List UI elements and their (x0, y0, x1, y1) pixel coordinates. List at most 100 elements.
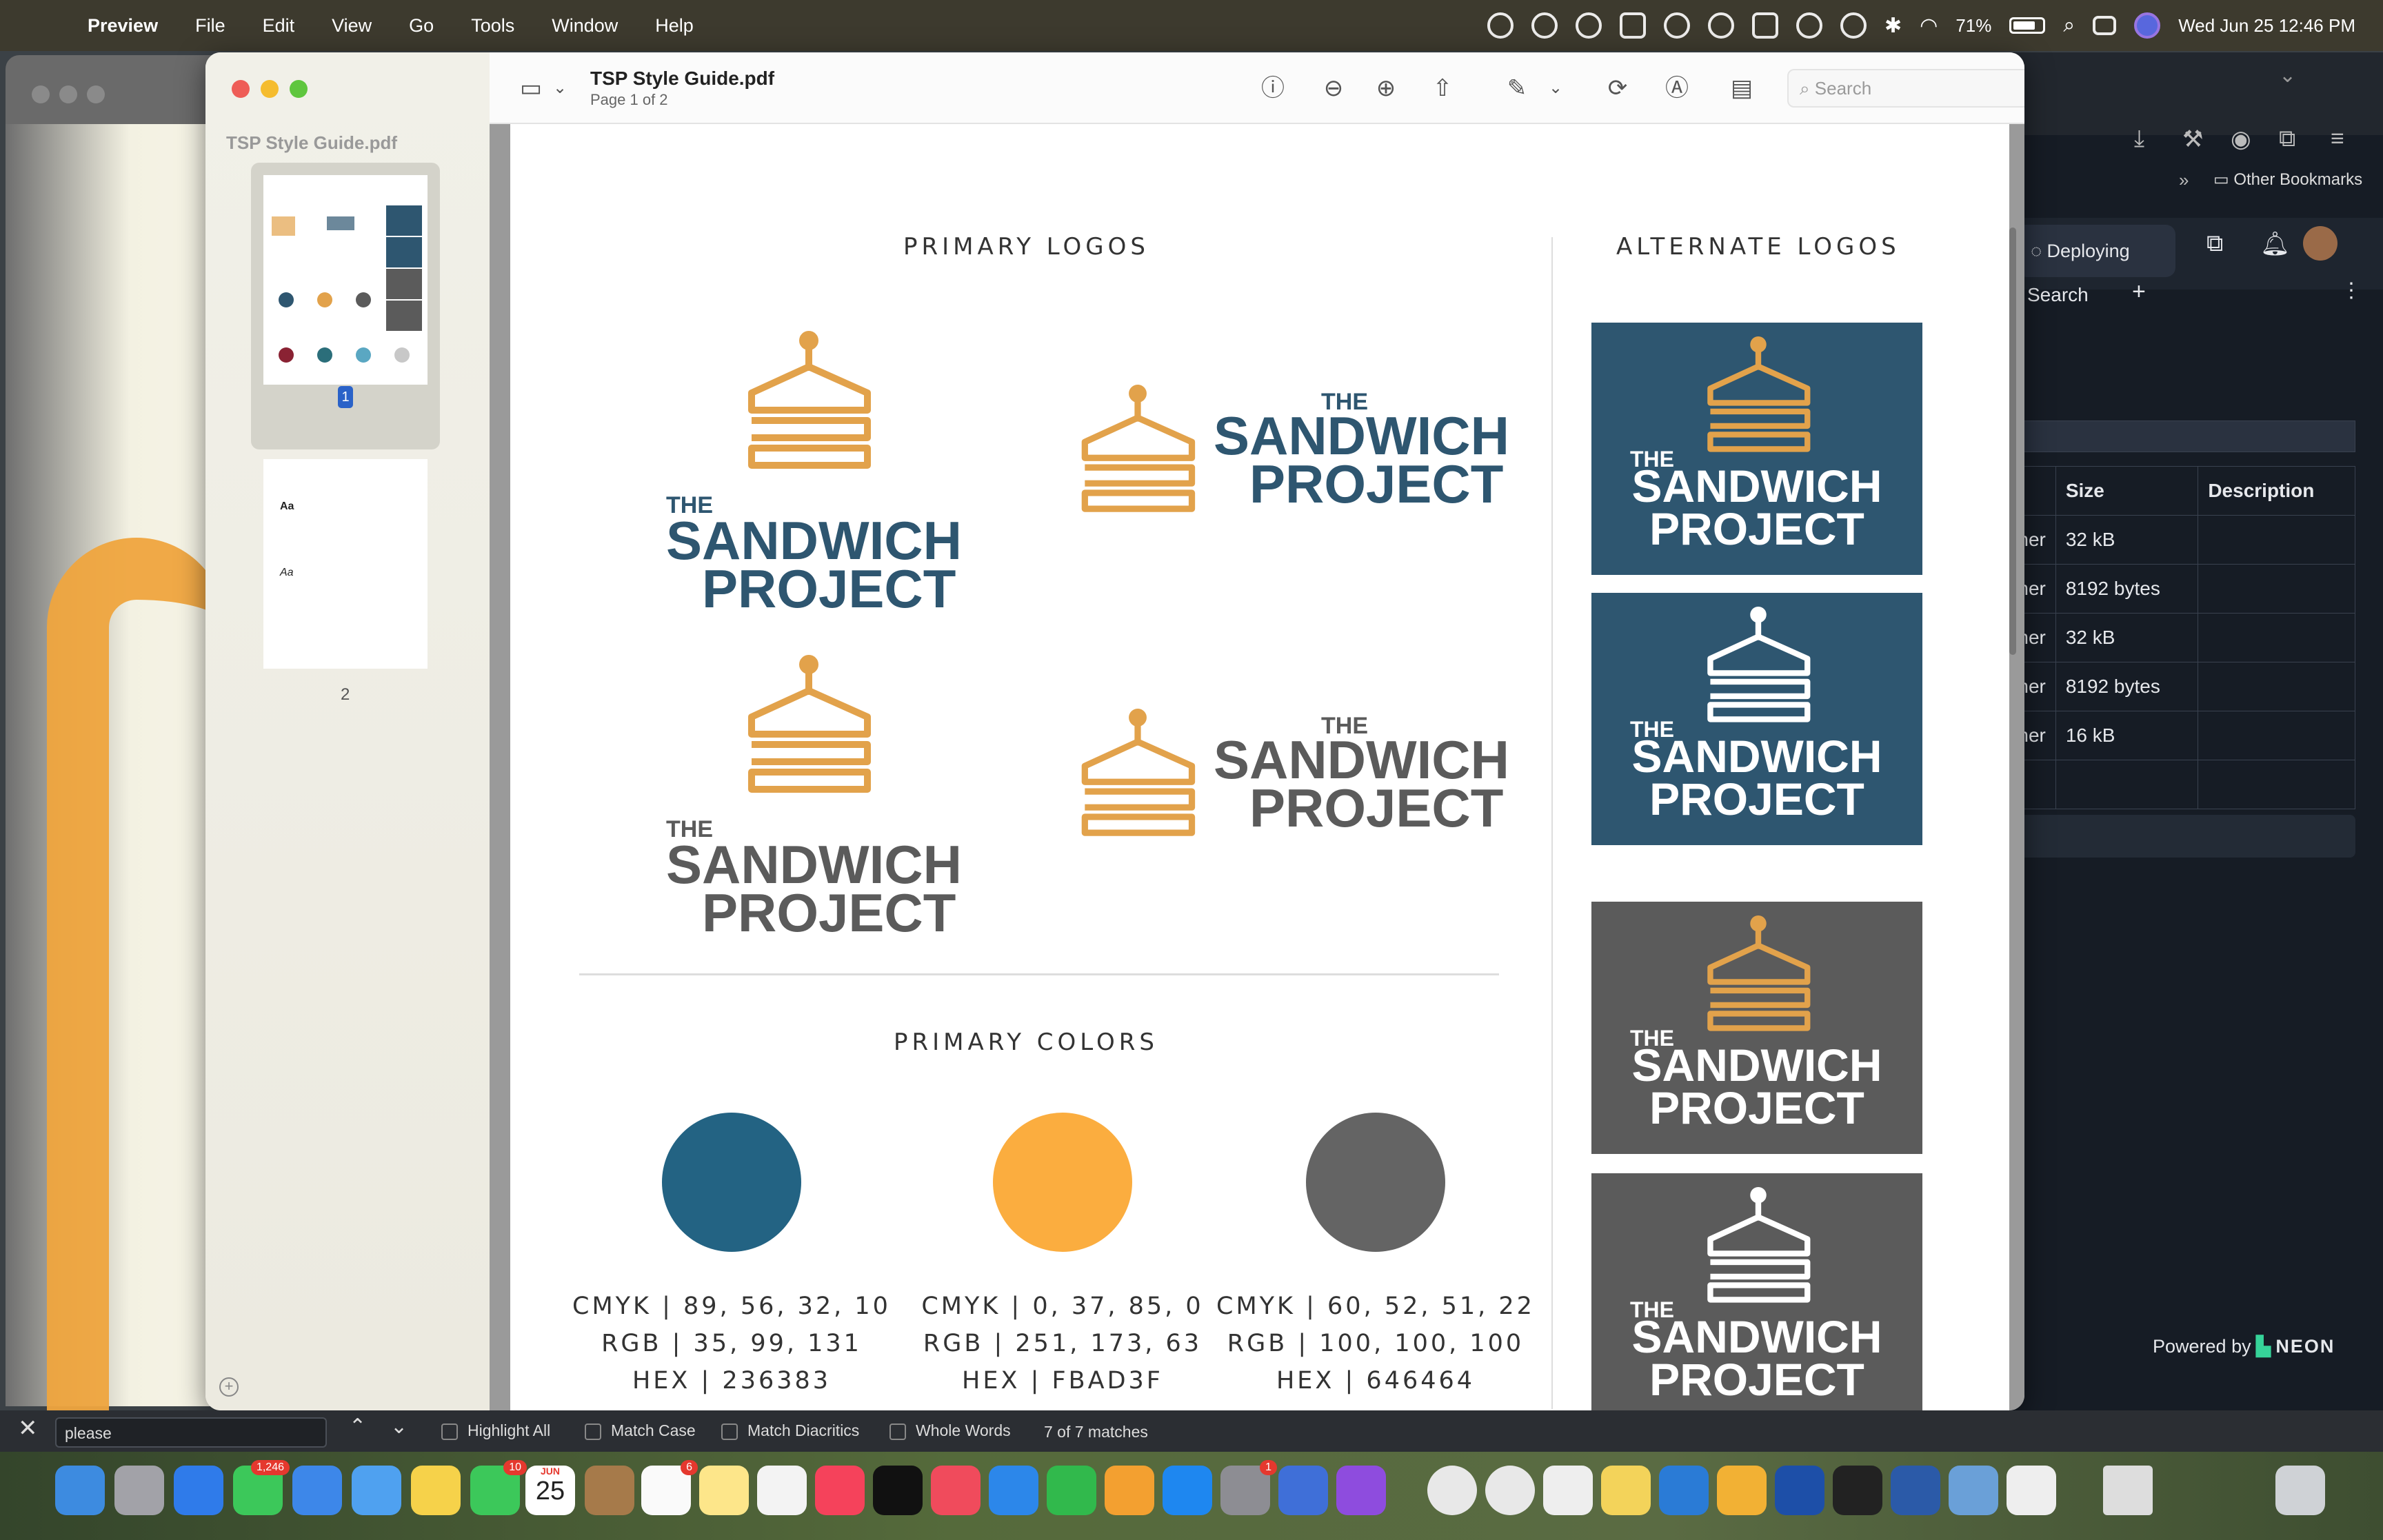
menu-app-preview[interactable]: Preview (69, 15, 177, 37)
copy-icon[interactable]: ⧉ (2206, 230, 2223, 257)
menu-tools[interactable]: Tools (452, 15, 533, 37)
table-row[interactable]: _owner8192 bytes (1972, 662, 2355, 711)
system-settings-icon[interactable]: 1 (1220, 1460, 1277, 1515)
add-page-icon[interactable]: + (219, 1377, 239, 1397)
bluetooth-icon[interactable]: ✱ (1884, 14, 1902, 38)
table-row[interactable]: _owner32 kB (1972, 515, 2355, 565)
stickies-icon[interactable] (1601, 1466, 1651, 1515)
extensions-icon[interactable]: ⧉ (2279, 125, 2295, 152)
safari-icon[interactable] (174, 1466, 223, 1515)
bookmark-folder-other[interactable]: ▭ Other Bookmarks (2213, 170, 2362, 190)
perplexity-status-icon[interactable] (1531, 12, 1558, 39)
chatgpt-status-icon[interactable] (1487, 12, 1514, 39)
preview-icon[interactable] (1949, 1466, 1998, 1515)
find-previous-icon[interactable]: ⌃ (349, 1415, 366, 1439)
deploying-button[interactable]: ◌ Deploying (2017, 225, 2175, 277)
more-vertical-icon[interactable]: ⋮ (2341, 278, 2362, 303)
iphone-mirroring-icon[interactable] (1278, 1466, 1328, 1515)
account-icon[interactable]: ◉ (2231, 125, 2251, 153)
menu-icon[interactable]: ≡ (2331, 125, 2344, 152)
table-row[interactable]: _owner16 kB (1972, 711, 2355, 760)
contacts-icon[interactable] (585, 1466, 634, 1515)
bg-zoom-button[interactable] (87, 85, 105, 103)
share-icon[interactable]: ⇧ (1429, 74, 1456, 102)
zoom-button[interactable] (290, 80, 308, 98)
m-app-status-icon[interactable] (1664, 12, 1691, 39)
cursor-icon[interactable] (1833, 1466, 1882, 1515)
highlight-all-checkbox[interactable]: Highlight All (441, 1421, 550, 1440)
castle-status-icon[interactable] (1752, 12, 1779, 39)
launchpad-icon[interactable] (114, 1466, 164, 1515)
col-size-header[interactable]: Size (2055, 466, 2199, 516)
circle-status-icon[interactable] (1708, 12, 1735, 39)
facetime-icon[interactable]: 10 (470, 1460, 527, 1515)
firefox-icon[interactable] (1775, 1466, 1824, 1515)
filter-input[interactable] (1972, 421, 2355, 452)
menu-go[interactable]: Go (390, 15, 452, 37)
minimize-button[interactable] (261, 80, 279, 98)
keynote-icon[interactable] (989, 1466, 1038, 1515)
menu-view[interactable]: View (313, 15, 390, 37)
pages-icon[interactable] (1105, 1466, 1154, 1515)
document-stack-icon[interactable] (2103, 1466, 2153, 1515)
close-button[interactable] (232, 80, 250, 98)
calendar-icon[interactable]: JUN 25 (525, 1466, 575, 1515)
whole-words-checkbox[interactable]: Whole Words (889, 1421, 1011, 1440)
wrench-icon[interactable]: ⚒ (2182, 125, 2203, 153)
match-case-checkbox[interactable]: Match Case (585, 1421, 696, 1440)
mail-icon[interactable] (292, 1466, 342, 1515)
thumbnail-page-2[interactable]: Aa Aa (263, 459, 428, 669)
play-status-icon[interactable] (1796, 12, 1823, 39)
zoom-out-icon[interactable]: ⊖ (1320, 74, 1347, 102)
thumbnail-page-1[interactable]: 1 (251, 163, 440, 449)
chevron-down-icon[interactable]: ⌄ (1542, 74, 1569, 102)
annotate-icon[interactable]: Ⓐ (1663, 74, 1691, 102)
download-icon[interactable]: ⤓ (2134, 125, 2144, 152)
grid-status-icon[interactable] (1620, 12, 1647, 39)
messages-icon[interactable]: 1,246 (233, 1460, 290, 1515)
add-tab-icon[interactable]: + (2132, 278, 2146, 305)
table-row[interactable]: _owner32 kB (1972, 613, 2355, 662)
close-find-icon[interactable]: ✕ (18, 1415, 38, 1442)
tab-search[interactable]: Search (2027, 284, 2089, 306)
airdrop-status-icon[interactable] (1840, 12, 1867, 39)
info-icon[interactable]: ⓘ (1259, 74, 1287, 102)
word-icon[interactable] (1891, 1466, 1940, 1515)
photos-icon[interactable] (411, 1466, 461, 1515)
clock[interactable]: Wed Jun 25 12:46 PM (2178, 15, 2355, 37)
cloud-status-icon[interactable] (1576, 12, 1602, 39)
reminders-icon[interactable]: 6 (641, 1460, 698, 1515)
chevron-double-right-icon[interactable]: » (2179, 170, 2189, 191)
freeform-icon[interactable] (757, 1466, 807, 1515)
menu-window[interactable]: Window (533, 15, 636, 37)
bg-close-button[interactable] (32, 85, 50, 103)
music-icon[interactable] (815, 1466, 865, 1515)
col-description-header[interactable]: Description (2198, 466, 2355, 516)
news-icon[interactable] (931, 1466, 981, 1515)
chevron-down-icon[interactable]: ⌄ (546, 74, 574, 102)
find-input[interactable]: please (55, 1417, 327, 1448)
search-field[interactable]: ⌕ Search (1787, 69, 2024, 108)
wifi-icon[interactable]: ◠ (1920, 14, 1938, 38)
form-fill-icon[interactable]: ▤ (1728, 74, 1756, 102)
match-diacritics-checkbox[interactable]: Match Diacritics (721, 1421, 859, 1440)
siri-icon[interactable] (2134, 12, 2161, 39)
sidebar-toggle-icon[interactable]: ▭ (517, 74, 545, 102)
chrome-icon[interactable] (1427, 1466, 1477, 1515)
textedit-icon[interactable] (1543, 1466, 1593, 1515)
chrome-alt-icon[interactable] (1485, 1466, 1535, 1515)
bell-icon[interactable]: 🔔︎ (2260, 230, 2290, 258)
bg-minimize-button[interactable] (59, 85, 77, 103)
menu-edit[interactable]: Edit (244, 15, 314, 37)
chatgpt-icon[interactable] (2007, 1466, 2056, 1515)
app-store-icon[interactable] (1163, 1466, 1212, 1515)
search-icon[interactable]: ⌕ (2063, 14, 2075, 37)
markup-pen-icon[interactable]: ✎ (1503, 74, 1531, 102)
trash-icon[interactable] (2275, 1466, 2325, 1515)
feedback-icon[interactable] (1336, 1466, 1386, 1515)
numbers-icon[interactable] (1047, 1466, 1096, 1515)
vscode-icon[interactable] (1659, 1466, 1709, 1515)
avatar[interactable] (2303, 226, 2337, 261)
apple-tv-icon[interactable] (873, 1466, 923, 1515)
pinwheel-app-icon[interactable] (1717, 1466, 1767, 1515)
